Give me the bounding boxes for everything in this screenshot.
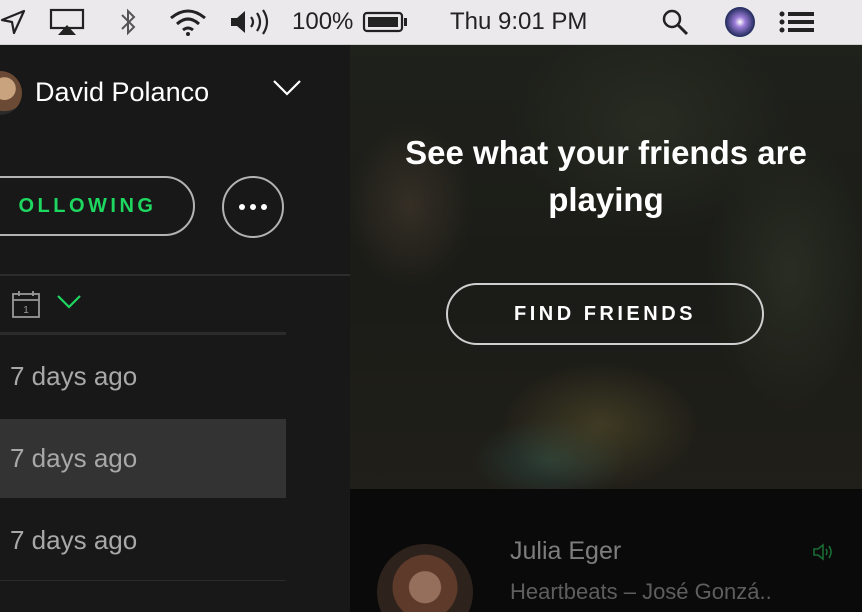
friend-activity-panel: See what your friends are playing FIND F… xyxy=(350,45,862,612)
speaker-playing-icon xyxy=(812,542,836,567)
list-item[interactable]: 7 days ago xyxy=(0,501,286,580)
notification-center-icon[interactable] xyxy=(778,0,818,44)
user-name[interactable]: David Polanco xyxy=(35,77,209,108)
friends-hero: See what your friends are playing FIND F… xyxy=(350,45,862,489)
list-item-label: 7 days ago xyxy=(10,443,138,473)
friend-activity-item[interactable]: Julia Eger Heartbeats – José Gonzá.. xyxy=(350,489,862,612)
following-label: OLLOWING xyxy=(18,194,157,217)
clock[interactable]: Thu 9:01 PM xyxy=(450,0,587,44)
divider xyxy=(0,332,286,335)
volume-icon[interactable] xyxy=(228,0,272,44)
divider xyxy=(0,580,286,581)
siri-icon[interactable] xyxy=(723,0,757,44)
chevron-down-icon[interactable] xyxy=(56,294,82,315)
following-button[interactable]: OLLOWING xyxy=(0,176,195,236)
hero-background-image xyxy=(350,45,862,489)
spotlight-search-icon[interactable] xyxy=(660,0,690,44)
friend-track[interactable]: Heartbeats – José Gonzá.. xyxy=(510,579,772,605)
list-item-label: 7 days ago xyxy=(10,525,138,555)
airplay-icon[interactable] xyxy=(48,0,86,44)
chevron-down-icon[interactable] xyxy=(272,79,302,102)
sort-control[interactable]: 1 xyxy=(0,285,300,325)
profile-panel: David Polanco OLLOWING 1 7 days ago 7 da… xyxy=(0,45,350,612)
battery-icon[interactable] xyxy=(362,0,410,44)
menu-bar: 100% Thu 9:01 PM xyxy=(0,0,862,45)
avatar[interactable] xyxy=(0,71,22,115)
list-item-label: 7 days ago xyxy=(10,361,138,391)
bluetooth-icon[interactable] xyxy=(118,0,138,44)
location-arrow-icon[interactable] xyxy=(0,0,26,44)
list-item[interactable]: 7 days ago xyxy=(0,337,286,416)
friends-title: See what your friends are playing xyxy=(405,134,807,218)
find-friends-label: FIND FRIENDS xyxy=(514,302,696,325)
list-item[interactable]: 7 days ago xyxy=(0,419,286,498)
friend-name[interactable]: Julia Eger xyxy=(510,537,621,566)
more-button[interactable] xyxy=(222,176,284,238)
find-friends-button[interactable]: FIND FRIENDS xyxy=(446,283,764,345)
avatar[interactable] xyxy=(377,544,473,612)
user-menu[interactable]: David Polanco xyxy=(0,67,350,121)
more-icon xyxy=(239,204,267,210)
svg-text:1: 1 xyxy=(23,305,29,316)
calendar-icon[interactable]: 1 xyxy=(11,289,41,324)
battery-percent: 100% xyxy=(292,8,354,35)
divider xyxy=(0,274,350,276)
wifi-icon[interactable] xyxy=(168,0,208,44)
